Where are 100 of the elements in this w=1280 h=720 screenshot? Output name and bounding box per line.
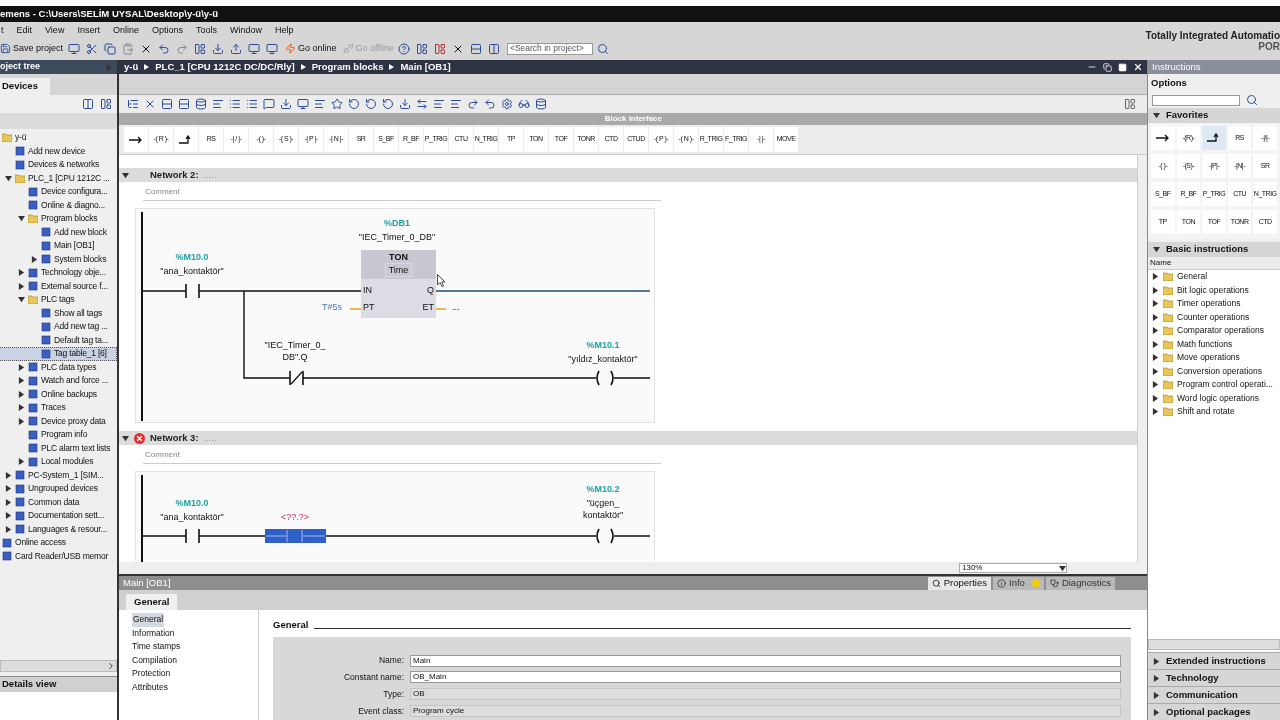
tree-item[interactable]: Card Reader/USB memor — [0, 549, 117, 563]
tree-item[interactable]: Default tag ta... — [0, 333, 117, 347]
tree-item[interactable]: y-ü — [0, 131, 117, 145]
favorite-button[interactable] — [1202, 126, 1226, 150]
tree-item[interactable]: Show all tags — [0, 306, 117, 320]
instruction-group[interactable]: Timer operations — [1148, 297, 1280, 311]
menu-item[interactable]: View — [45, 23, 65, 38]
expand-arrow-icon[interactable] — [1153, 657, 1160, 665]
panel-icon[interactable] — [432, 41, 448, 56]
tree-item[interactable]: PLC alarm text lists — [0, 441, 117, 455]
elapsed-value[interactable]: ... — [452, 301, 460, 313]
tree-item[interactable]: Local modules — [0, 455, 117, 469]
zoom-select[interactable]: 130% — [959, 563, 1067, 573]
tree-item[interactable]: Tag table_1 [6] — [0, 347, 117, 361]
instruction-button[interactable] — [124, 127, 148, 152]
tree-item[interactable]: Add new device — [0, 144, 117, 158]
tree-item[interactable]: PLC tags — [0, 293, 117, 307]
tree-item[interactable]: Device configura... — [0, 185, 117, 199]
collapse-arrow-icon[interactable] — [122, 434, 129, 442]
compile-icon[interactable] — [192, 41, 208, 56]
tree-item[interactable]: Ungrouped devices — [0, 482, 117, 496]
instruction-group[interactable]: Shift and rotate — [1148, 405, 1280, 419]
breadcrumb-item[interactable]: Main [OB1] — [400, 59, 451, 75]
tree-item[interactable]: External source f... — [0, 279, 117, 293]
database-icon[interactable] — [193, 96, 208, 112]
inspector-tab[interactable]: Properties — [927, 576, 992, 590]
section-header[interactable]: Extended instructions — [1148, 652, 1280, 669]
monitor-icon[interactable] — [295, 96, 310, 112]
input-field[interactable]: OB_Main — [410, 671, 1121, 684]
collapse-arrow-icon[interactable] — [122, 171, 129, 179]
inspector-tab[interactable]: Info — [993, 576, 1044, 590]
coil-symbol[interactable] — [596, 528, 614, 544]
tree-item[interactable]: Online & diagno... — [0, 198, 117, 212]
network-header[interactable]: Network 2: ..... — [119, 168, 1137, 182]
download-icon[interactable] — [397, 96, 412, 112]
tree-item[interactable]: Add new block — [0, 225, 117, 239]
copy-icon[interactable] — [102, 41, 118, 56]
collapse-arrow-icon[interactable] — [4, 174, 12, 182]
monitor-icon[interactable] — [246, 41, 262, 56]
timer-box[interactable]: TON Time IN Q PT ET — [361, 250, 436, 318]
contact-symbol[interactable] — [185, 528, 200, 544]
tree-item[interactable]: Program blocks — [0, 212, 117, 226]
instruction-group[interactable]: Conversion operations — [1148, 364, 1280, 378]
tree-item[interactable]: Online access — [0, 536, 117, 550]
split-icon[interactable] — [486, 41, 502, 56]
menu-item[interactable]: Edit — [16, 23, 33, 38]
favorite-button[interactable] — [1151, 126, 1175, 150]
expand-arrow-icon[interactable] — [1153, 674, 1160, 682]
collapse-arrow-icon[interactable] — [17, 296, 25, 304]
split-icon[interactable] — [468, 41, 484, 56]
tree-item[interactable]: Technology obje... — [0, 266, 117, 280]
network-header[interactable]: Network 3: ..... — [119, 431, 1137, 445]
refresh-icon[interactable] — [380, 96, 395, 112]
save-project-button[interactable]: Save project — [0, 41, 64, 56]
expand-icon[interactable] — [159, 96, 174, 112]
database-icon[interactable] — [533, 96, 548, 112]
column-header[interactable]: Name — [1148, 257, 1280, 270]
tree-item[interactable]: Watch and force ... — [0, 374, 117, 388]
tree-item[interactable]: Online backups — [0, 387, 117, 401]
nav-item[interactable]: Protection — [132, 667, 171, 681]
breadcrumb-item[interactable]: PLC_1 [CPU 1212C DC/DC/Rly] — [155, 59, 295, 75]
menu-item[interactable]: t — [1, 23, 4, 38]
search-options-icon[interactable] — [1244, 92, 1259, 108]
tree-item[interactable]: PLC_1 [CPU 1212C ... — [0, 171, 117, 185]
undo-icon[interactable] — [346, 96, 361, 112]
swap-icon[interactable] — [414, 96, 429, 112]
section-header[interactable]: Optional packages — [1148, 703, 1280, 720]
collapse-icon[interactable] — [176, 96, 191, 112]
input-field[interactable]: OB — [410, 688, 1121, 701]
tree-item[interactable]: Program info — [0, 428, 117, 442]
panel-icon[interactable] — [1122, 96, 1137, 112]
tree-item[interactable]: Main [OB1] — [0, 239, 117, 253]
undo-icon[interactable] — [363, 96, 378, 112]
collapse-arrow-icon[interactable] — [1153, 246, 1160, 253]
print-icon[interactable] — [66, 41, 82, 56]
upload-icon[interactable] — [228, 41, 244, 56]
section-header[interactable]: Basic instructions — [1148, 242, 1280, 257]
section-header[interactable]: Favorites — [1148, 108, 1280, 123]
instruction-group[interactable]: Bit logic operations — [1148, 283, 1280, 297]
expand-arrow-icon[interactable] — [1153, 691, 1160, 699]
go-online-button[interactable]: Go online — [285, 41, 337, 56]
nav-item[interactable]: Time stamps — [132, 640, 181, 654]
download-icon[interactable] — [210, 41, 226, 56]
section-header[interactable]: Technology — [1148, 669, 1280, 686]
nav-item[interactable]: General — [132, 613, 165, 627]
instruction-group[interactable]: Counter operations — [1148, 310, 1280, 324]
tree-item[interactable]: System blocks — [0, 252, 117, 266]
table-icon[interactable] — [98, 96, 113, 112]
coil-symbol[interactable] — [596, 370, 614, 386]
monitor-icon[interactable] — [264, 41, 280, 56]
tree-item[interactable]: PLC data types — [0, 360, 117, 374]
instruction-group[interactable]: Program control operati... — [1148, 378, 1280, 392]
instruction-group[interactable]: Word logic operations — [1148, 391, 1280, 405]
comment-icon[interactable] — [261, 96, 276, 112]
search-field[interactable]: <Search in project> — [506, 42, 593, 55]
nav-item[interactable]: Information — [132, 626, 175, 640]
breadcrumb-item[interactable]: y-ü — [124, 59, 139, 75]
input-field[interactable]: Main — [410, 654, 1121, 667]
menu-item[interactable]: Insert — [77, 23, 100, 38]
scrollbar[interactable] — [1137, 155, 1147, 562]
